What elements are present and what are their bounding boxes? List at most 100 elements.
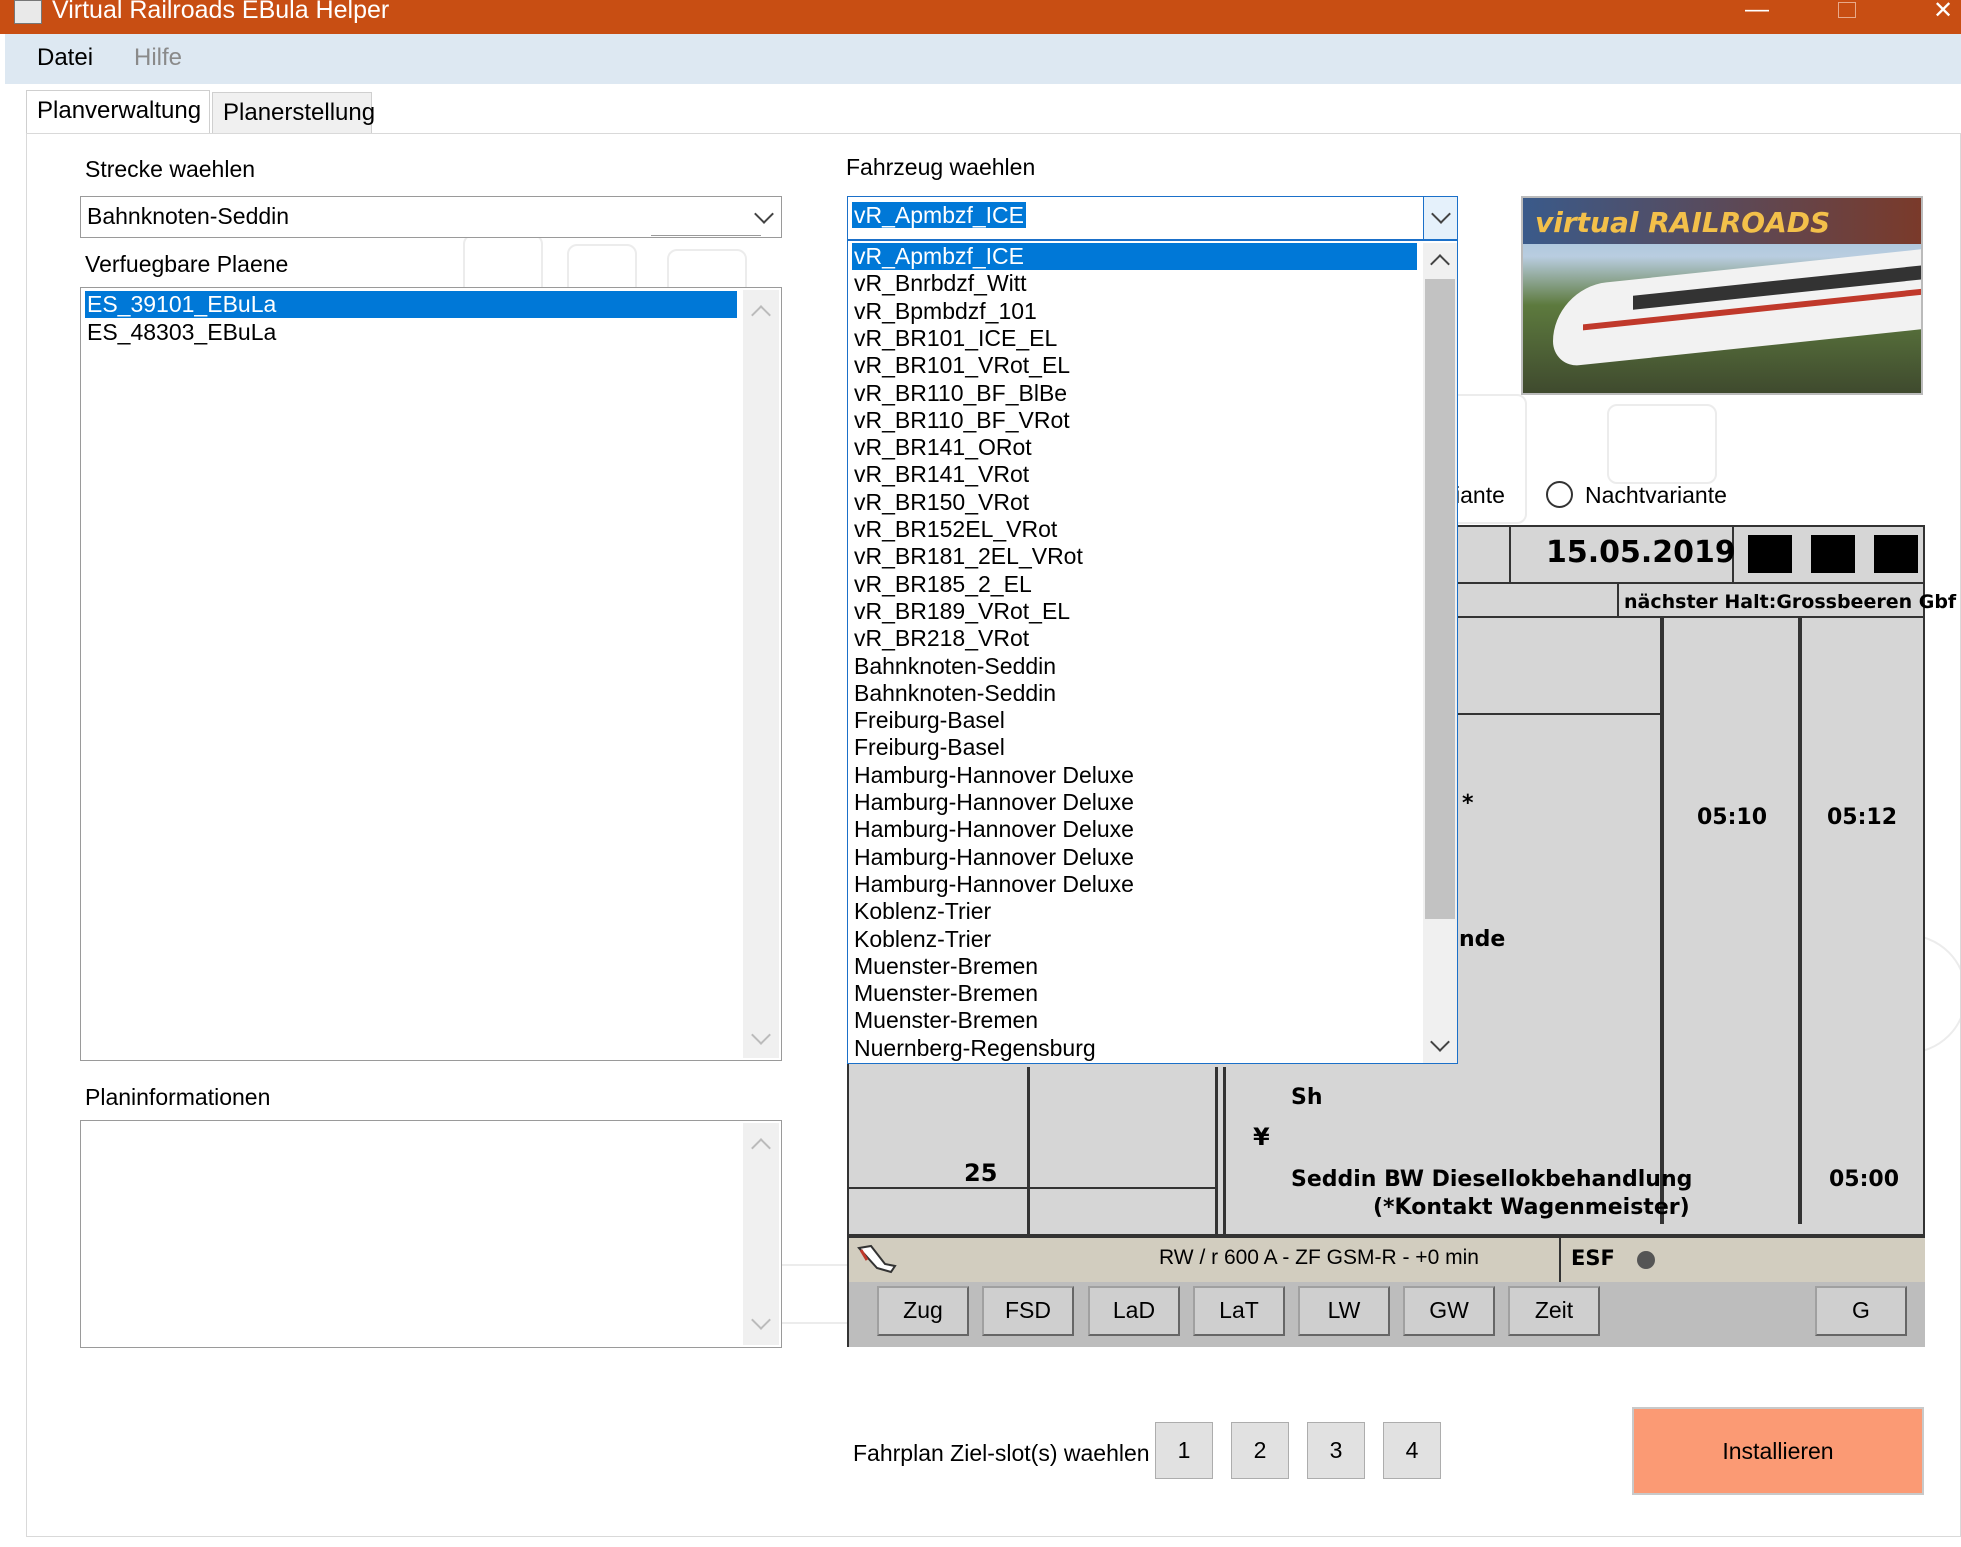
ebula-time-departure: 05:12	[1827, 805, 1898, 830]
menu-hilfe[interactable]: Hilfe	[134, 44, 182, 72]
dropdown-option[interactable]: Muenster-Bremen	[852, 1007, 1417, 1034]
dropdown-option[interactable]: vR_BR110_BF_BlBe	[852, 380, 1417, 407]
train-horn-icon	[855, 1242, 899, 1276]
nachtvariante-label[interactable]: Nachtvariante	[1585, 482, 1727, 509]
dropdown-option[interactable]: Koblenz-Trier	[852, 926, 1417, 953]
scroll-down-icon[interactable]	[751, 1310, 771, 1330]
planinfo-scrollbar[interactable]	[743, 1123, 779, 1345]
menu-bar: Datei Hilfe	[5, 34, 1961, 84]
tagvariante-label-partial: iante	[1455, 482, 1505, 508]
esf-label: ESF	[1571, 1246, 1615, 1270]
dropdown-option[interactable]: Hamburg-Hannover Deluxe	[852, 871, 1417, 898]
dropdown-option[interactable]: vR_BR150_VRot	[852, 489, 1417, 516]
dropdown-option[interactable]: vR_Bnrbdzf_Witt	[852, 270, 1417, 297]
dropdown-option[interactable]: Bahnknoten-Seddin	[852, 680, 1417, 707]
ebula-km: 25	[964, 1159, 998, 1187]
dropdown-option[interactable]: Freiburg-Basel	[852, 707, 1417, 734]
dropdown-option[interactable]: vR_BR189_VRot_EL	[852, 598, 1417, 625]
app-icon	[14, 0, 42, 24]
slot-button-1[interactable]: 1	[1155, 1422, 1213, 1479]
dropdown-option[interactable]: vR_BR101_VRot_EL	[852, 352, 1417, 379]
ebula-button-g[interactable]: G	[1815, 1286, 1907, 1336]
slot-button-2[interactable]: 2	[1231, 1422, 1289, 1479]
virtual-railroads-logo-image: virtual RAILROADS	[1521, 196, 1923, 395]
strecke-label: Strecke waehlen	[85, 156, 256, 182]
ebula-station-name: Seddin BW Diesellokbehandlung	[1291, 1167, 1693, 1192]
dropdown-option[interactable]: vR_BR141_VRot	[852, 461, 1417, 488]
dropdown-option[interactable]: Koblenz-Trier	[852, 898, 1417, 925]
dropdown-option[interactable]: vR_Apmbzf_ICE	[852, 243, 1417, 270]
scroll-down-icon[interactable]	[751, 1025, 771, 1045]
dropdown-option[interactable]: Bahnknoten-Seddin	[852, 653, 1417, 680]
logo-text: virtual RAILROADS	[1535, 206, 1831, 239]
fahrzeug-label: Fahrzeug waehlen	[846, 154, 1036, 180]
dropdown-option[interactable]: vR_BR141_ORot	[852, 434, 1417, 461]
dropdown-option[interactable]: vR_BR181_2EL_VRot	[852, 543, 1417, 570]
maximize-button[interactable]	[1838, 2, 1856, 18]
fahrzeug-dropdown-button[interactable]	[1423, 197, 1457, 239]
window-title: Virtual Railroads EBula Helper	[52, 0, 390, 24]
dropdown-option[interactable]: Hamburg-Hannover Deluxe	[852, 844, 1417, 871]
list-item[interactable]: ES_48303_EBuLa	[85, 319, 737, 346]
scroll-thumb[interactable]	[1425, 279, 1455, 919]
title-bar: Virtual Railroads EBula Helper — ✕	[0, 0, 1961, 34]
ebula-status-bar: RW / r 600 A - ZF GSM-R - +0 min ESF	[849, 1238, 1925, 1282]
close-button[interactable]: ✕	[1933, 0, 1953, 25]
esf-indicator	[1637, 1251, 1655, 1269]
ebula-status-text: RW / r 600 A - ZF GSM-R - +0 min	[1159, 1246, 1479, 1269]
menu-datei[interactable]: Datei	[37, 44, 93, 72]
strecke-value: Bahnknoten-Seddin	[87, 203, 290, 229]
slot-button-4[interactable]: 4	[1383, 1422, 1441, 1479]
list-item[interactable]: ES_39101_EBuLa	[85, 291, 737, 318]
next-stop-text: nächster Halt:Grossbeeren Gbf	[1624, 591, 1957, 613]
dropdown-option[interactable]: vR_BR110_BF_VRot	[852, 407, 1417, 434]
ebula-button-zeit[interactable]: Zeit	[1508, 1286, 1600, 1336]
plaene-scrollbar[interactable]	[743, 290, 779, 1058]
tab-planerstellung[interactable]: Planerstellung	[212, 92, 375, 134]
scroll-up-icon[interactable]	[1430, 254, 1450, 274]
dropdown-option[interactable]: vR_BR101_ICE_EL	[852, 325, 1417, 352]
dropdown-option[interactable]: vR_Bpmbdzf_101	[852, 298, 1417, 325]
strecke-combobox[interactable]: Bahnknoten-Seddin	[80, 196, 782, 238]
dropdown-option[interactable]: vR_BR185_2_EL	[852, 571, 1417, 598]
ebula-time-arrival: 05:10	[1697, 805, 1768, 830]
scroll-up-icon[interactable]	[751, 305, 771, 325]
ebula-star-marker: *	[1462, 791, 1474, 816]
dropdown-scrollbar[interactable]	[1423, 243, 1457, 1063]
nachtvariante-radio[interactable]	[1546, 481, 1573, 508]
dropdown-option[interactable]: vR_BR152EL_VRot	[852, 516, 1417, 543]
dropdown-option[interactable]: Muenster-Bremen	[852, 953, 1417, 980]
dropdown-option[interactable]: Hamburg-Hannover Deluxe	[852, 762, 1417, 789]
dropdown-option[interactable]: Hamburg-Hannover Deluxe	[852, 789, 1417, 816]
install-button[interactable]: Installieren	[1632, 1407, 1924, 1495]
fahrzeug-combobox[interactable]: vR_Apmbzf_ICE	[847, 196, 1458, 240]
chevron-down-icon[interactable]	[754, 204, 774, 224]
dropdown-option[interactable]: vR_BR218_VRot	[852, 625, 1417, 652]
ebula-station-note: (*Kontakt Wagenmeister)	[1373, 1195, 1690, 1220]
slots-label: Fahrplan Ziel-slot(s) waehlen	[853, 1440, 1150, 1466]
ebula-button-zug[interactable]: Zug	[877, 1286, 969, 1336]
dropdown-option[interactable]: Freiburg-Basel	[852, 734, 1417, 761]
scroll-down-icon[interactable]	[1430, 1032, 1450, 1052]
ebula-button-lad[interactable]: LaD	[1088, 1286, 1180, 1336]
slot-button-3[interactable]: 3	[1307, 1422, 1365, 1479]
ebula-button-lw[interactable]: LW	[1298, 1286, 1390, 1336]
ebula-button-lat[interactable]: LaT	[1193, 1286, 1285, 1336]
scroll-up-icon[interactable]	[751, 1138, 771, 1158]
ebula-button-fsd[interactable]: FSD	[982, 1286, 1074, 1336]
dropdown-option[interactable]: Nuernberg-Regensburg	[852, 1035, 1417, 1062]
tab-planverwaltung[interactable]: Planverwaltung	[26, 90, 210, 134]
fahrzeug-dropdown-list[interactable]: vR_Apmbzf_ICE vR_Bnrbdzf_Witt vR_Bpmbdzf_1…	[847, 240, 1458, 1064]
dropdown-option[interactable]: Muenster-Bremen	[852, 980, 1417, 1007]
planinfo-label: Planinformationen	[85, 1084, 271, 1110]
dropdown-option[interactable]: Hamburg-Hannover Deluxe	[852, 816, 1417, 843]
ebula-button-gw[interactable]: GW	[1403, 1286, 1495, 1336]
plaene-label: Verfuegbare Plaene	[85, 251, 289, 277]
ebula-text-partial: nde	[1459, 927, 1506, 952]
chevron-down-icon	[1431, 204, 1451, 224]
ebula-time-start: 05:00	[1829, 1167, 1900, 1192]
minimize-button[interactable]: —	[1745, 0, 1769, 24]
planinfo-textbox[interactable]	[80, 1120, 782, 1348]
background-sketch	[1607, 404, 1717, 484]
plaene-listbox[interactable]: ES_39101_EBuLa ES_48303_EBuLa	[80, 287, 782, 1061]
